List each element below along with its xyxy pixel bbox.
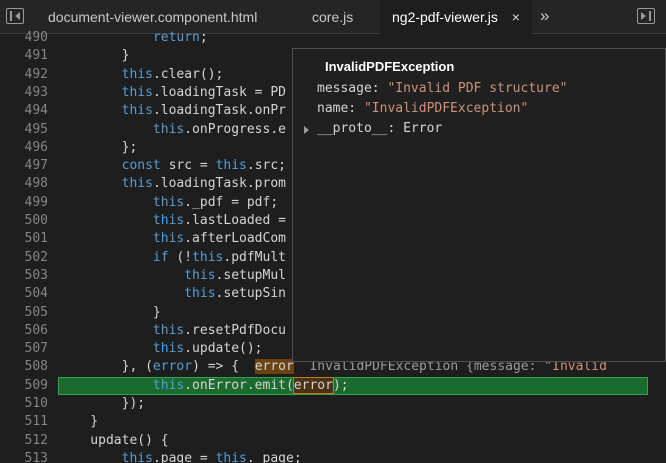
line-number: 501 (24, 231, 48, 247)
line-code: update() { (59, 432, 169, 448)
line-code: this.loadingTask.prom (121, 176, 286, 192)
line-code: }); (59, 396, 146, 411)
popover-value: "Invalid PDF structure" (387, 81, 568, 96)
line-number: 508 (24, 359, 48, 375)
line-code: this.setupSin (184, 286, 286, 302)
sidebar-toggle-bar (10, 11, 12, 21)
line-number: 495 (24, 121, 48, 137)
line-number: 509 (24, 377, 48, 393)
tab-label: document-viewer.component.html (48, 9, 258, 25)
line-number: 504 (24, 286, 48, 302)
expand-triangle-icon[interactable] (304, 126, 309, 134)
code-line: 513 this.page = this._page; (0, 450, 666, 463)
line-number: 510 (24, 396, 48, 411)
line-code: this.resetPdfDocu (152, 322, 286, 338)
line-code: if (!this.pdfMult (152, 249, 286, 265)
line-number: 500 (24, 213, 48, 228)
line-code: this.clear(); (121, 66, 224, 82)
popover-key: __proto__: (317, 121, 404, 136)
line-number: 493 (24, 84, 48, 100)
variable-inspect-popover[interactable]: InvalidPDFException message: "Invalid PD… (292, 48, 666, 362)
line-code: }; (59, 139, 138, 155)
line-number: 506 (24, 322, 48, 338)
line-number: 490 (24, 30, 48, 45)
code-line: 512 update() { (0, 432, 666, 450)
close-icon[interactable]: × (512, 9, 520, 25)
popover-key: name: (317, 101, 364, 116)
right-panel-toggle-icon[interactable] (637, 8, 655, 24)
popover-row-proto[interactable]: __proto__: Error (304, 121, 443, 136)
popover-value: "InvalidPDFException" (363, 101, 529, 116)
line-code: } (59, 414, 99, 430)
line-code: return; (152, 30, 208, 45)
line-code: this.lastLoaded = (152, 213, 286, 228)
tab-label: core.js (312, 9, 354, 25)
popover-row-message: message: "Invalid PDF structure" (317, 81, 567, 96)
right-toggle-triangle (641, 12, 646, 20)
line-number: 511 (24, 414, 48, 430)
line-number: 497 (24, 158, 48, 174)
line-code: this.loadingTask = PD (121, 84, 286, 100)
line-code: } (59, 304, 161, 320)
line-number: 507 (24, 341, 48, 357)
line-code: this.loadingTask.onPr (121, 103, 286, 119)
line-code: } (59, 48, 130, 64)
popover-title: InvalidPDFException (325, 59, 455, 74)
popover-key: message: (317, 81, 388, 96)
line-number: 494 (24, 103, 48, 119)
line-number: 496 (24, 139, 48, 155)
line-number: 492 (24, 66, 48, 82)
line-code: this.afterLoadCom (152, 231, 286, 247)
line-number: 505 (24, 304, 48, 320)
right-toggle-bar (649, 11, 651, 21)
line-number: 499 (24, 194, 48, 210)
line-code: this._pdf = pdf; (152, 194, 279, 210)
tab-label: ng2-pdf-viewer.js (392, 9, 498, 25)
sidebar-toggle-icon[interactable] (6, 8, 24, 24)
line-code: this.update(); (152, 341, 263, 357)
code-line: 510 }); (0, 395, 666, 413)
line-code: this.setupMul (184, 267, 286, 283)
popover-row-name: name: "InvalidPDFException" (317, 101, 528, 116)
popover-value: Error (403, 121, 443, 136)
line-number: 503 (24, 267, 48, 283)
line-code: this.onProgress.e (152, 121, 286, 137)
line-number: 491 (24, 48, 48, 64)
line-number: 512 (24, 432, 48, 448)
code-line: 511 } (0, 413, 666, 431)
line-number: 502 (24, 249, 48, 265)
code-line: 490 return; (0, 29, 666, 47)
sidebar-toggle-triangle (15, 12, 20, 20)
line-code: const src = this.src; (121, 158, 287, 174)
code-line-highlighted: 509 this.onError.emit(error); (0, 376, 666, 395)
line-number: 498 (24, 176, 48, 192)
line-number: 513 (24, 450, 48, 463)
line-code: this.page = this._page; (121, 450, 302, 463)
line-code: this.onError.emit(error); (152, 376, 349, 394)
